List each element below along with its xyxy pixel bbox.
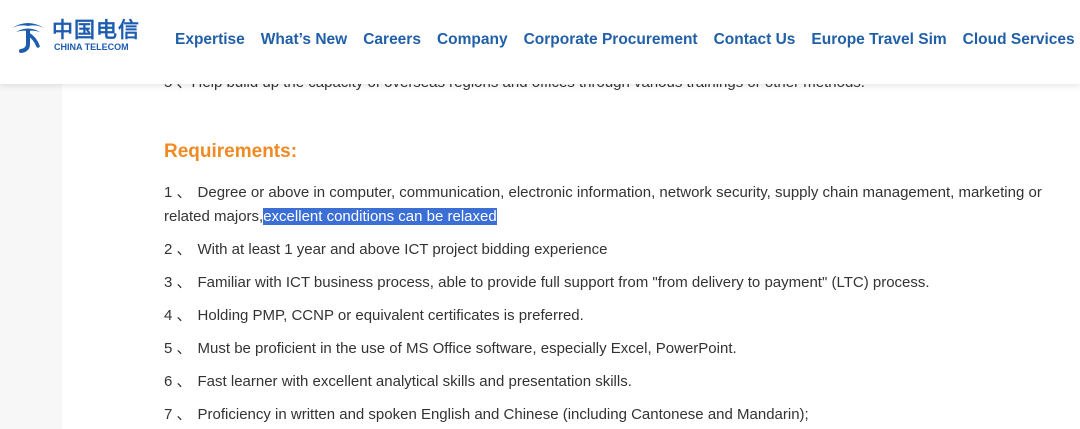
logo-chinese-name: 中国电信 [52, 18, 140, 42]
item-text: Holding PMP, CCNP or equivalent certific… [197, 307, 584, 324]
selected-text[interactable]: excellent conditions can be relaxed [263, 208, 497, 225]
item-number: 7 、 [164, 406, 192, 423]
item-text: Familiar with ICT business process, able… [197, 274, 930, 291]
item-text: Proficiency in written and spoken Englis… [197, 406, 809, 423]
nav-corporate-procurement[interactable]: Corporate Procurement [524, 31, 698, 49]
nav-expertise[interactable]: Expertise [175, 31, 245, 49]
nav-company[interactable]: Company [437, 31, 508, 49]
nav-europe-travel-sim[interactable]: Europe Travel Sim [811, 31, 946, 49]
nav-contact-us[interactable]: Contact Us [714, 31, 796, 49]
item-text: Fast learner with excellent analytical s… [197, 373, 632, 390]
requirement-item-6: 6 、 Fast learner with excellent analytica… [164, 370, 1044, 394]
main-nav: Expertise What’s New Careers Company Cor… [175, 31, 1075, 49]
requirements-heading: Requirements: [164, 141, 298, 162]
item-number: 3 、 [164, 274, 192, 291]
logo-english-name: CHINA TELECOM [54, 42, 129, 52]
item-number: 5 、 [164, 340, 192, 357]
nav-cloud-services[interactable]: Cloud Services [963, 31, 1075, 49]
requirement-item-7: 7 、 Proficiency in written and spoken Eng… [164, 403, 1044, 427]
requirement-item-2: 2 、 With at least 1 year and above ICT pr… [164, 238, 1044, 262]
requirement-item-3: 3 、 Familiar with ICT business process, a… [164, 271, 1044, 295]
nav-careers[interactable]: Careers [363, 31, 421, 49]
item-number: 4 、 [164, 307, 192, 324]
nav-whats-new[interactable]: What’s New [261, 31, 347, 49]
item-number: 6 、 [164, 373, 192, 390]
requirement-item-4: 4 、 Holding PMP, CCNP or equivalent certi… [164, 304, 1044, 328]
item-number: 2 、 [164, 241, 192, 258]
item-text: With at least 1 year and above ICT proje… [197, 241, 608, 258]
requirement-item-5: 5 、 Must be proficient in the use of MS O… [164, 337, 1044, 361]
page: 5 、Help build up the capacity of oversea… [0, 0, 1080, 429]
requirements-list: 1 、 Degree or above in computer, communic… [164, 181, 1044, 429]
requirement-item-1: 1 、 Degree or above in computer, communic… [164, 181, 1044, 229]
china-telecom-logo-icon [12, 23, 44, 53]
china-telecom-logo[interactable]: 中国电信 CHINA TELECOM [8, 14, 143, 60]
item-text: Must be proficient in the use of MS Offi… [197, 340, 737, 357]
item-number: 1 、 [164, 184, 192, 201]
site-header: 中国电信 CHINA TELECOM Expertise What’s New … [0, 0, 1080, 84]
